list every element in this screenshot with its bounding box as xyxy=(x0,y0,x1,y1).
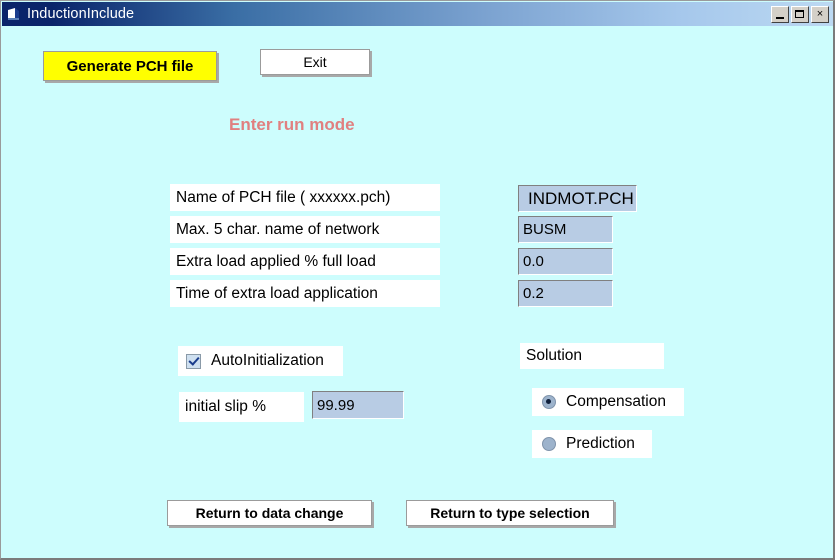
window-controls: × xyxy=(771,5,829,23)
title-bar[interactable]: InductionInclude × xyxy=(2,2,833,26)
label-extra-load-time: Time of extra load application xyxy=(170,280,440,307)
label-pch-file-name: Name of PCH file ( xxxxxx.pch) xyxy=(170,184,440,211)
radio-prediction[interactable]: Prediction xyxy=(532,430,652,458)
radio-unselected-icon xyxy=(542,437,556,451)
autoinitialization-label: AutoInitialization xyxy=(211,352,324,369)
form-client-area: Generate PCH file Exit Enter run mode Na… xyxy=(2,26,833,558)
maximize-button[interactable] xyxy=(791,5,809,23)
input-initial-slip[interactable]: 99.99 xyxy=(312,391,404,419)
checkmark-icon xyxy=(186,353,201,369)
input-extra-load[interactable]: 0.0 xyxy=(518,248,613,275)
window-title: InductionInclude xyxy=(27,6,135,22)
maximize-icon xyxy=(795,9,804,18)
page-title: Enter run mode xyxy=(229,115,355,134)
radio-compensation[interactable]: Compensation xyxy=(532,388,684,416)
radio-prediction-label: Prediction xyxy=(566,435,635,452)
autoinitialization-checkbox[interactable]: AutoInitialization xyxy=(178,346,343,376)
vb-form-icon xyxy=(6,6,22,22)
exit-button[interactable]: Exit xyxy=(260,49,370,75)
minimize-icon xyxy=(776,16,784,19)
solution-group-label: Solution xyxy=(520,343,664,369)
close-button[interactable]: × xyxy=(811,5,829,23)
label-extra-load: Extra load applied % full load xyxy=(170,248,440,275)
return-to-data-change-button[interactable]: Return to data change xyxy=(167,500,372,526)
minimize-button[interactable] xyxy=(771,5,789,23)
return-to-type-selection-button[interactable]: Return to type selection xyxy=(406,500,614,526)
label-network-name: Max. 5 char. name of network xyxy=(170,216,440,243)
radio-compensation-label: Compensation xyxy=(566,393,666,410)
generate-pch-file-button[interactable]: Generate PCH file xyxy=(43,51,217,81)
application-window: InductionInclude × Generate PCH file Exi… xyxy=(0,0,835,560)
label-initial-slip: initial slip % xyxy=(179,392,304,422)
input-pch-file-name[interactable]: INDMOT.PCH xyxy=(518,185,637,212)
close-icon: × xyxy=(816,7,824,20)
input-network-name[interactable]: BUSM xyxy=(518,216,613,243)
input-extra-load-time[interactable]: 0.2 xyxy=(518,280,613,307)
radio-selected-icon xyxy=(542,395,556,409)
